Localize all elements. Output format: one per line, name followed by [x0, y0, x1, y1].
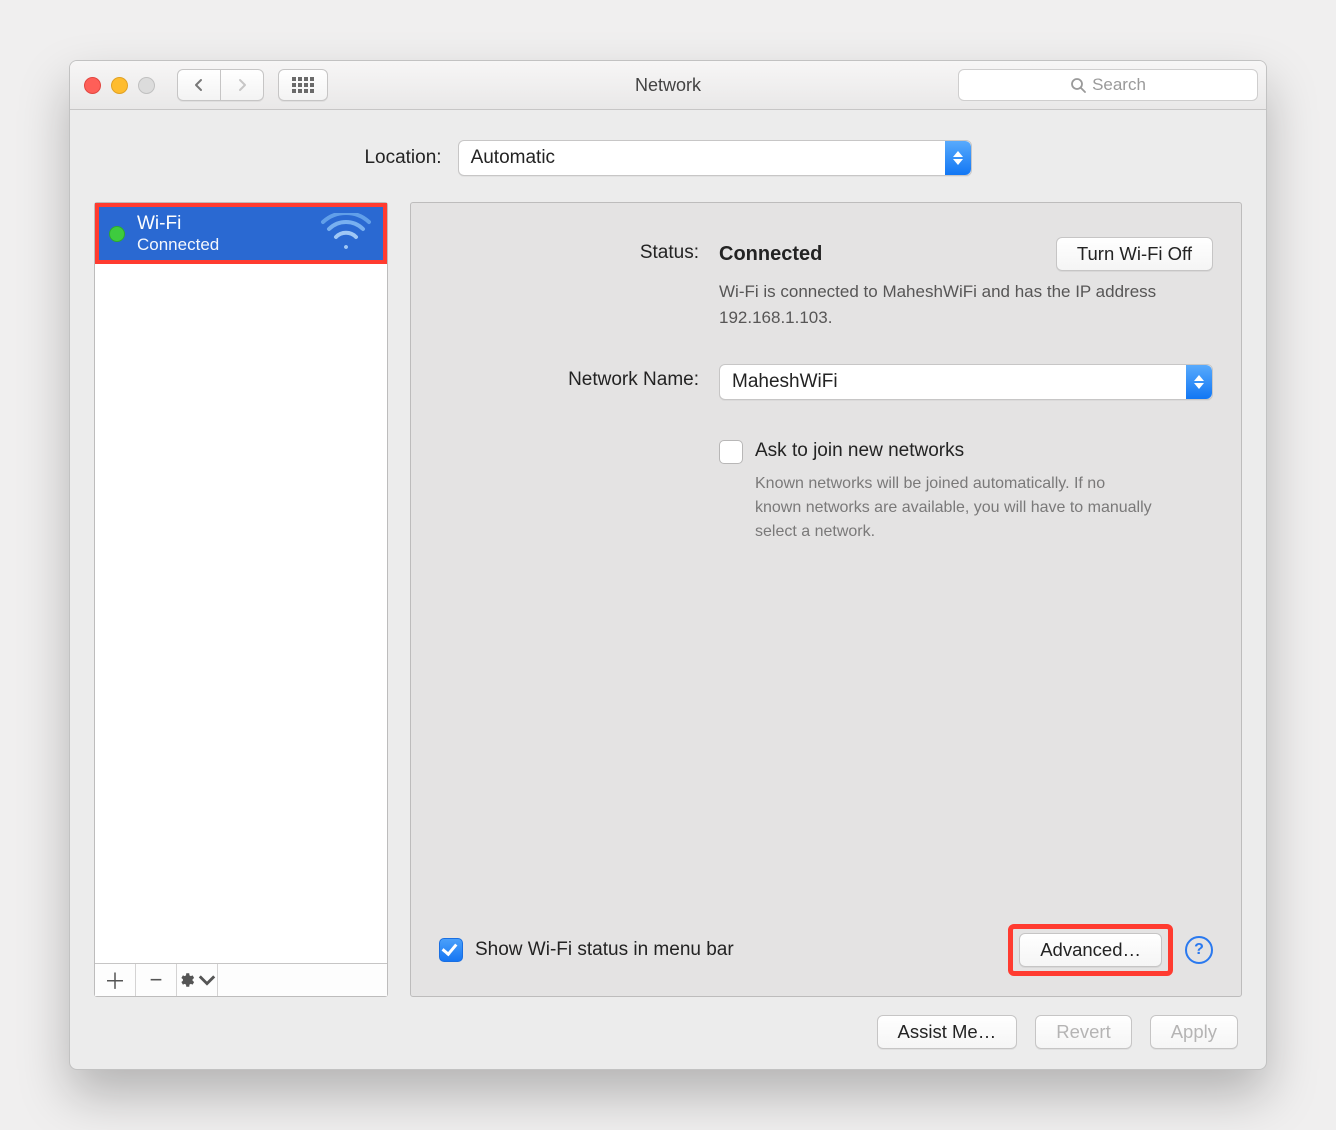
services-sidebar: Wi-Fi Connected	[94, 202, 388, 997]
service-detail-pane: Status: Connected Turn Wi-Fi Off Wi-Fi i…	[410, 202, 1242, 997]
chevron-updown-icon	[945, 141, 971, 175]
grid-icon	[292, 77, 314, 93]
footer: Assist Me… Revert Apply	[70, 997, 1266, 1069]
wifi-icon	[319, 213, 373, 254]
network-name-label: Network Name:	[439, 364, 699, 391]
chevron-right-icon	[234, 77, 250, 93]
search-input[interactable]	[958, 69, 1258, 101]
chevron-down-icon	[198, 971, 216, 989]
toggle-wifi-button[interactable]: Turn Wi-Fi Off	[1056, 237, 1213, 271]
location-label: Location:	[364, 147, 441, 169]
assist-me-button[interactable]: Assist Me…	[877, 1015, 1018, 1049]
services-list: Wi-Fi Connected	[95, 203, 387, 963]
show-all-button[interactable]	[278, 69, 328, 101]
network-preferences-window: Network Search Location: Automatic	[69, 60, 1267, 1070]
network-name-select[interactable]: MaheshWiFi	[719, 364, 1213, 400]
chevron-left-icon	[191, 77, 207, 93]
location-value: Automatic	[471, 147, 555, 169]
show-status-label: Show Wi-Fi status in menu bar	[475, 939, 734, 961]
sidebar-toolbar: ＋ −	[95, 963, 387, 996]
service-actions-button[interactable]	[177, 964, 218, 996]
nav-segment	[177, 69, 264, 101]
status-dot-icon	[109, 226, 125, 242]
service-subtitle: Connected	[137, 235, 219, 255]
minimize-window-button[interactable]	[111, 77, 128, 94]
advanced-highlight: Advanced…	[1008, 924, 1173, 976]
location-row: Location: Automatic	[70, 110, 1266, 202]
close-window-button[interactable]	[84, 77, 101, 94]
ask-join-help: Known networks will be joined automatica…	[755, 472, 1155, 544]
sidebar-item-wifi[interactable]: Wi-Fi Connected	[95, 203, 387, 264]
ask-join-checkbox[interactable]	[719, 440, 743, 464]
advanced-button[interactable]: Advanced…	[1019, 933, 1162, 967]
panels: Wi-Fi Connected	[70, 202, 1266, 997]
service-name: Wi-Fi	[137, 213, 219, 235]
revert-button: Revert	[1035, 1015, 1132, 1049]
add-service-button[interactable]: ＋	[95, 964, 136, 996]
titlebar: Network Search	[70, 61, 1266, 110]
ask-join-label: Ask to join new networks	[755, 440, 1155, 462]
zoom-window-button	[138, 77, 155, 94]
window-controls	[84, 77, 155, 94]
status-value: Connected	[719, 243, 822, 266]
chevron-updown-icon	[1186, 365, 1212, 399]
forward-button[interactable]	[221, 69, 264, 101]
status-description: Wi-Fi is connected to MaheshWiFi and has…	[719, 279, 1159, 330]
status-label: Status:	[439, 237, 699, 264]
gear-icon	[178, 971, 196, 989]
back-button[interactable]	[177, 69, 221, 101]
show-status-checkbox[interactable]	[439, 938, 463, 962]
remove-service-button[interactable]: −	[136, 964, 177, 996]
network-name-value: MaheshWiFi	[732, 371, 838, 393]
apply-button: Apply	[1150, 1015, 1238, 1049]
location-select[interactable]: Automatic	[458, 140, 972, 176]
help-button[interactable]: ?	[1185, 936, 1213, 964]
